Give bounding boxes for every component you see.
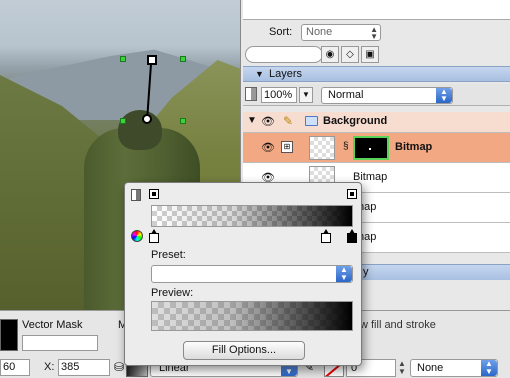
color-stop-right[interactable] [347,229,357,243]
folder-icon [305,116,318,126]
layer-options-row: 100% ▼ Normal ▲ ▼ [243,84,510,106]
gradient-handle-node[interactable] [180,56,186,62]
opacity-stop-right[interactable] [347,189,357,199]
x-label: X: [44,361,55,373]
layer-row-bitmap-selected[interactable]: 👁 ⊞ § Bitmap [243,133,510,163]
opacity-dropdown-icon[interactable]: ▼ [299,87,313,103]
cube-icon[interactable]: ◇ [341,46,359,63]
vector-mask-label: Vector Mask [22,319,83,331]
stroke-style-value: None [417,362,444,374]
sort-select[interactable]: None ▲ ▼ [301,24,381,41]
preset-select[interactable]: ▲ ▼ [151,265,353,283]
width-field[interactable]: 60 [0,359,30,376]
blend-mode-value: Normal [328,89,364,101]
layers-title: Layers [269,68,303,80]
preset-label: Preset: [151,249,186,261]
gradient-handle-node[interactable] [180,118,186,124]
color-wheel-icon[interactable]: ◉ [321,46,339,63]
blend-mode-select[interactable]: Normal ▲ ▼ [321,87,453,104]
gradient-preview [151,301,353,331]
stroke-style-select[interactable]: None ▲ ▼ [410,359,498,377]
gradient-handle-node[interactable] [120,118,126,124]
stepper-arrows-icon[interactable]: ▲ ▼ [398,360,408,376]
gradient-ramp[interactable] [151,205,353,227]
gradient-handle-node[interactable] [120,56,126,62]
vector-mask-thumbnail [0,319,18,351]
search-input[interactable] [245,46,323,63]
color-wheel-icon[interactable] [131,230,143,242]
eye-icon[interactable]: 👁 [261,141,275,154]
gradient-end-handle[interactable] [147,55,157,65]
vector-mask-name-field[interactable] [22,335,98,351]
layer-name: Bitmap [395,141,433,153]
expand-triangle-icon[interactable]: ▼ [247,115,257,126]
gradient-start-handle[interactable] [142,114,152,124]
paint-bucket-icon: ⛁ [114,360,125,374]
section-title-fragment: y [363,266,369,278]
layers-section-header[interactable]: ▼ Layers [243,66,510,82]
panel-top-area [243,0,510,20]
collapse-triangle-icon[interactable]: ▼ [255,69,264,79]
gradient-editor-popup: Preset: ▲ ▼ Preview: Fill Options... [124,182,362,366]
select-arrows-icon: ▲▼ [336,266,352,282]
layer-row-background[interactable]: ▼ 👁 ✎ Background [243,112,510,133]
fill-options-button[interactable]: Fill Options... [183,341,305,360]
opacity-stop-left[interactable] [149,189,159,199]
link-icon[interactable]: § [343,141,349,152]
fill-stroke-option-text: w fill and stroke [360,319,436,331]
select-arrows-icon: ▲▼ [481,360,497,376]
x-field[interactable]: 385 [58,359,110,376]
layer-name: Background [323,115,388,127]
eye-icon[interactable]: 👁 [261,115,275,128]
pencil-icon[interactable]: ✎ [283,114,293,128]
stepper-arrows-icon: ▲ ▼ [370,25,378,41]
person-head [118,110,162,150]
preview-label: Preview: [151,287,194,299]
layer-thumbnail [309,136,335,160]
lock-icon[interactable]: ▣ [361,46,379,63]
mask-edit-icon[interactable]: ⊞ [281,141,293,153]
sort-label: Sort: [269,26,293,38]
mask-thumbnail[interactable] [353,136,389,160]
color-stop-middle[interactable] [321,229,331,243]
opacity-icon [245,87,257,101]
select-arrows-icon: ▲▼ [436,88,452,103]
opacity-swatch-icon [131,189,141,201]
opacity-field[interactable]: 100% [261,87,297,103]
color-stop-left[interactable] [149,229,159,243]
sort-value: None [306,26,333,38]
